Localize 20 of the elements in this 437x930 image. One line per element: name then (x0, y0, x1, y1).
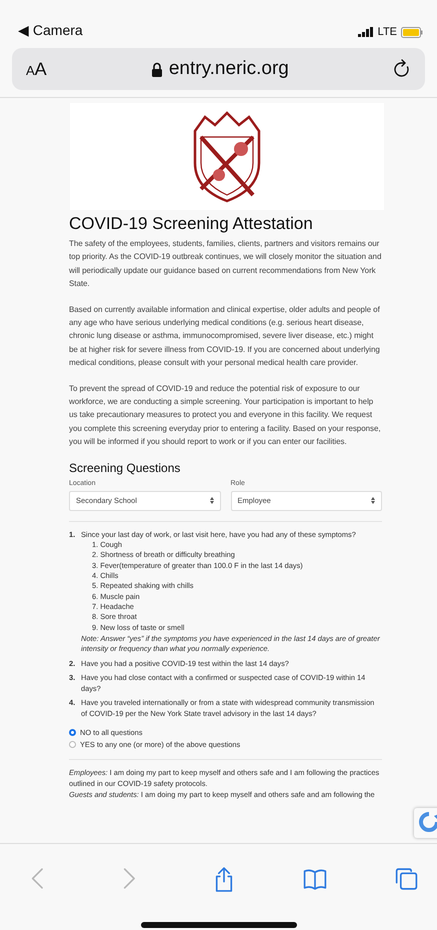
address-bar[interactable]: AA entry.neric.org (12, 48, 425, 90)
up-down-icon (210, 497, 214, 504)
lock-icon (150, 62, 163, 76)
section-heading: Screening Questions (69, 460, 182, 475)
intro-paragraph: Based on currently available information and clinical expertise, older adults and people of any age who have serious underlying medical conditions (e.g. serious heart disease, chronic lung disease or asthma, immunocompromised, severe liver disease, etc.) might be at higher risk for severe illness from COVID-19. If you are concerned about underlying medical conditions, please consult with your personal medical health care provider. (69, 304, 381, 370)
battery-icon (401, 26, 423, 38)
back-to-app-link[interactable]: ◀ Camera (18, 22, 83, 38)
page-heading: COVID-19 Screening Attestation (69, 214, 314, 234)
network-type: LTE (378, 26, 397, 38)
intro-paragraph: The safety of the employees, students, families, clients, partners and visitors remains our top priority. As the COVID-19 outbreak continues, we will closely monitor the situation and will periodically update our guidance based on current recommendations from New York State. (69, 238, 382, 290)
radio-button[interactable] (69, 729, 76, 736)
intro-paragraph: To prevent the spread of COVID-19 and reduce the potential risk of exposure to our workforce, we are conducting a simple screening. Your participation is important to help us take precautionary measures to protect you and everyone in this facility. We request you complete this screening everyday prior to entering a facility. Based on your response, you will be informed if you should report to work or if you can enter our facilities. (69, 382, 382, 448)
reload-icon[interactable] (393, 59, 411, 79)
signal-icon (358, 27, 374, 37)
up-down-icon (371, 497, 375, 504)
tabs-icon[interactable] (393, 866, 419, 892)
text-size-button[interactable]: AA (26, 58, 47, 80)
url-text: entry.neric.org (168, 58, 289, 80)
radio-button[interactable] (69, 741, 76, 748)
recaptcha-badge[interactable] (414, 808, 437, 838)
